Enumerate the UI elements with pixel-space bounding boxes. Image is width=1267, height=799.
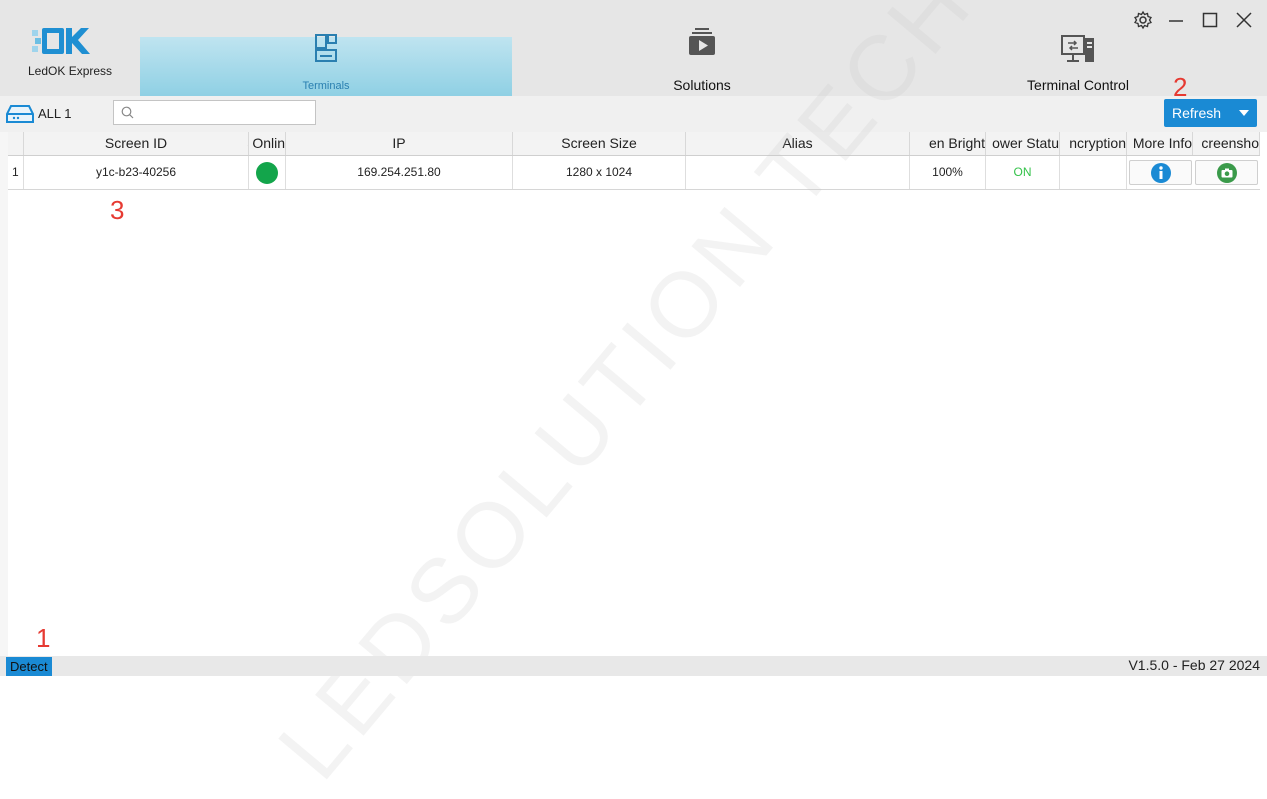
column-header-screenshot[interactable]: creensho (1193, 132, 1260, 155)
tab-terminals-label: Terminals (302, 80, 350, 92)
screenshot-button[interactable] (1195, 160, 1258, 185)
version-label: V1.5.0 - Feb 27 2024 (1128, 657, 1260, 673)
annotation-marker-3: 3 (110, 195, 125, 225)
annotation-marker-2: 2 (1173, 72, 1188, 102)
row-index: 1 (8, 156, 24, 189)
column-header-online[interactable]: Onlin (249, 132, 286, 155)
solutions-icon (689, 28, 715, 55)
column-header-alias[interactable]: Alias (686, 132, 910, 155)
app-header: LedOK Express Terminals Solutions Termin… (0, 0, 1267, 96)
cell-encryption (1060, 156, 1127, 189)
search-icon (121, 106, 134, 119)
group-all-count: 1 (64, 106, 72, 121)
column-header-screen-brightness[interactable]: en Bright (910, 132, 986, 155)
cell-brightness: 100% (910, 156, 986, 189)
more-info-button[interactable] (1129, 160, 1192, 185)
column-header-power-status[interactable]: ower Statu (986, 132, 1060, 155)
ledok-logo-icon (32, 28, 90, 54)
table-row[interactable]: 1 y1c-b23-40256 169.254.251.80 1280 x 10… (8, 156, 1260, 190)
settings-icon[interactable] (1131, 8, 1155, 32)
refresh-button[interactable]: Refresh (1164, 99, 1257, 127)
tab-terminals[interactable]: Terminals (140, 34, 512, 96)
cell-ip: 169.254.251.80 (286, 156, 513, 189)
cell-screen-size: 1280 x 1024 (513, 156, 686, 189)
cell-power-status: ON (986, 156, 1060, 189)
cell-screen-id: y1c-b23-40256 (24, 156, 249, 189)
chevron-down-icon[interactable] (1239, 110, 1249, 116)
maximize-icon[interactable] (1198, 8, 1222, 32)
table-gutter (0, 132, 8, 656)
search-box[interactable] (113, 100, 316, 125)
app-logo: LedOK Express (28, 24, 118, 84)
close-icon[interactable] (1232, 8, 1256, 32)
refresh-button-label: Refresh (1172, 105, 1222, 121)
cell-online (249, 156, 286, 189)
status-bar: Detect V1.5.0 - Feb 27 2024 (0, 656, 1267, 676)
cell-alias[interactable] (686, 156, 910, 189)
terminals-icon (315, 34, 337, 62)
info-icon (1150, 162, 1171, 183)
terminal-control-icon (1061, 35, 1094, 62)
column-header-encryption[interactable]: ncryption (1060, 132, 1127, 155)
annotation-marker-1: 1 (36, 623, 51, 653)
table-header: Screen ID ▲ Onlin IP Screen Size Alias e… (8, 132, 1260, 156)
group-all-label: ALL (38, 106, 61, 121)
search-input[interactable] (140, 103, 314, 124)
column-header-screen-size[interactable]: Screen Size (513, 132, 686, 155)
tab-solutions-label: Solutions (673, 77, 731, 93)
online-status-dot (256, 161, 278, 184)
column-header-index (8, 132, 24, 155)
tab-solutions[interactable]: Solutions (512, 0, 892, 96)
column-header-screen-id[interactable]: Screen ID ▲ (24, 132, 249, 155)
column-header-more-info[interactable]: More Info (1127, 132, 1193, 155)
detect-button[interactable]: Detect (6, 657, 52, 676)
column-header-ip[interactable]: IP (286, 132, 513, 155)
terminal-group-icon (6, 105, 34, 123)
camera-icon (1216, 162, 1237, 183)
tab-terminal-control-label: Terminal Control (1027, 77, 1129, 93)
app-name: LedOK Express (28, 64, 113, 78)
toolbar: ALL 1 Refresh (0, 96, 1267, 132)
minimize-icon[interactable] (1164, 8, 1188, 32)
